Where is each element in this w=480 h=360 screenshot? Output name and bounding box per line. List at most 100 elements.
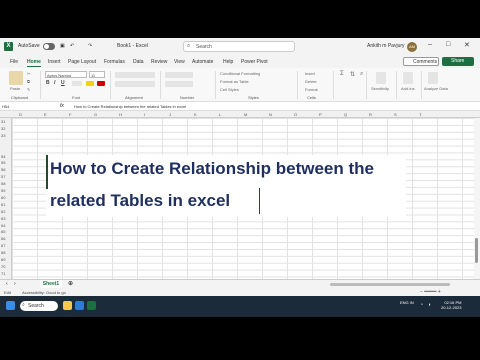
- network-icon[interactable]: ◔: [420, 302, 423, 308]
- column-letter[interactable]: F: [69, 112, 71, 117]
- row-number[interactable]: 60: [1, 195, 5, 200]
- row-number[interactable]: 59: [1, 188, 5, 193]
- tab-review[interactable]: Review: [151, 59, 167, 65]
- column-letter[interactable]: E: [44, 112, 47, 117]
- sensitivity-icon[interactable]: [376, 72, 386, 84]
- column-letter[interactable]: G: [94, 112, 97, 117]
- maximize-icon[interactable]: □: [446, 41, 450, 48]
- row-number[interactable]: 33: [1, 133, 5, 138]
- tab-insert[interactable]: Insert: [48, 59, 61, 65]
- bold-button[interactable]: B: [46, 80, 50, 86]
- row-number[interactable]: 67: [1, 243, 5, 248]
- column-letter[interactable]: D: [19, 112, 22, 117]
- copy-icon[interactable]: ⧉: [27, 79, 30, 84]
- conditional-formatting-button[interactable]: Conditional Formatting: [220, 71, 260, 76]
- sort-filter-icon[interactable]: ⇅: [350, 71, 355, 78]
- row-number[interactable]: 71: [1, 271, 5, 276]
- avatar[interactable]: AM: [407, 42, 417, 52]
- windows-start-icon[interactable]: [6, 301, 15, 310]
- column-letter[interactable]: O: [294, 112, 297, 117]
- prev-sheet-icon[interactable]: ‹: [6, 281, 8, 287]
- row-number[interactable]: 55: [1, 160, 5, 165]
- underline-button[interactable]: U: [61, 80, 65, 86]
- add-sheet-icon[interactable]: ⊕: [68, 280, 73, 287]
- column-letter[interactable]: P: [319, 112, 322, 117]
- column-letter[interactable]: I: [144, 112, 145, 117]
- column-letter[interactable]: M: [244, 112, 247, 117]
- column-letter[interactable]: K: [194, 112, 197, 117]
- row-number[interactable]: 63: [1, 216, 5, 221]
- next-sheet-icon[interactable]: ›: [14, 281, 16, 287]
- edge-icon[interactable]: [75, 301, 84, 310]
- close-icon[interactable]: ✕: [464, 41, 470, 49]
- delete-cells-button[interactable]: Delete: [305, 79, 317, 84]
- save-icon[interactable]: ▣: [60, 43, 65, 49]
- row-number[interactable]: 31: [1, 119, 5, 124]
- row-number[interactable]: 69: [1, 257, 5, 262]
- volume-icon[interactable]: ◖: [428, 302, 431, 308]
- fill-color-icon[interactable]: [86, 81, 94, 86]
- row-number[interactable]: 62: [1, 209, 5, 214]
- tab-power-pivot[interactable]: Power Pivot: [241, 59, 268, 65]
- analyze-data-icon[interactable]: [428, 72, 438, 84]
- borders-icon[interactable]: [72, 81, 82, 86]
- minimize-icon[interactable]: –: [428, 41, 432, 48]
- column-letter[interactable]: R: [369, 112, 372, 117]
- font-name-select[interactable]: Aptos Narrow: [45, 71, 87, 78]
- row-number[interactable]: 64: [1, 223, 5, 228]
- tab-page-layout[interactable]: Page Layout: [68, 59, 96, 65]
- cut-icon[interactable]: ✂: [27, 71, 30, 76]
- scroll-thumb[interactable]: [475, 238, 478, 263]
- format-cells-button[interactable]: Format: [305, 87, 318, 92]
- undo-icon[interactable]: ↶: [70, 43, 74, 49]
- tab-data[interactable]: Data: [133, 59, 144, 65]
- accessibility-status[interactable]: Accessibility: Good to go: [22, 290, 66, 295]
- addins-icon[interactable]: [403, 72, 413, 84]
- column-letter[interactable]: S: [394, 112, 397, 117]
- align-top-row[interactable]: [115, 72, 155, 78]
- autosum-icon[interactable]: Σ: [340, 71, 344, 77]
- cell-styles-button[interactable]: Cell Styles: [220, 87, 239, 92]
- row-number[interactable]: 58: [1, 181, 5, 186]
- format-painter-icon[interactable]: ✎: [27, 87, 30, 92]
- fx-icon[interactable]: fx: [60, 103, 64, 109]
- clock[interactable]: 02:16 PM 20-12-2023: [441, 300, 461, 310]
- find-select-icon[interactable]: ⌕: [360, 71, 363, 78]
- column-letter[interactable]: Q: [344, 112, 347, 117]
- column-letter[interactable]: T: [419, 112, 421, 117]
- file-explorer-icon[interactable]: [63, 301, 72, 310]
- paste-icon[interactable]: [9, 71, 23, 85]
- row-number[interactable]: 56: [1, 167, 5, 172]
- language-indicator[interactable]: ENG IN: [400, 300, 414, 305]
- share-button[interactable]: Share: [442, 57, 474, 66]
- row-number[interactable]: 54: [1, 154, 5, 159]
- tab-home[interactable]: Home: [27, 59, 41, 67]
- insert-cells-button[interactable]: Insert: [305, 71, 315, 76]
- horizontal-scrollbar[interactable]: [330, 283, 450, 286]
- column-letter[interactable]: N: [269, 112, 272, 117]
- align-bottom-row[interactable]: [115, 81, 155, 87]
- row-number[interactable]: 57: [1, 174, 5, 179]
- tab-file[interactable]: File: [10, 59, 18, 65]
- tab-help[interactable]: Help: [223, 59, 233, 65]
- font-size-select[interactable]: 11: [89, 71, 105, 78]
- font-color-icon[interactable]: [97, 81, 105, 86]
- row-number[interactable]: 32: [1, 126, 5, 131]
- row-number[interactable]: 61: [1, 202, 5, 207]
- row-number[interactable]: 66: [1, 236, 5, 241]
- autosave-toggle[interactable]: [43, 43, 55, 50]
- comments-button[interactable]: Comments: [403, 57, 439, 66]
- tab-automate[interactable]: Automate: [192, 59, 213, 65]
- excel-taskbar-icon[interactable]: [87, 301, 96, 310]
- row-number[interactable]: 68: [1, 250, 5, 255]
- name-box[interactable]: H54: [2, 104, 9, 109]
- user-name[interactable]: Ankith m Pavjury: [367, 43, 405, 49]
- tab-formulas[interactable]: Formulas: [104, 59, 125, 65]
- row-number[interactable]: 70: [1, 264, 5, 269]
- number-format-select[interactable]: [165, 72, 193, 78]
- column-letter[interactable]: J: [169, 112, 171, 117]
- column-letter[interactable]: H: [119, 112, 122, 117]
- row-number[interactable]: 65: [1, 229, 5, 234]
- taskbar-search[interactable]: ⌕ Search: [20, 301, 58, 311]
- search-box[interactable]: ⌕ Search: [183, 41, 295, 52]
